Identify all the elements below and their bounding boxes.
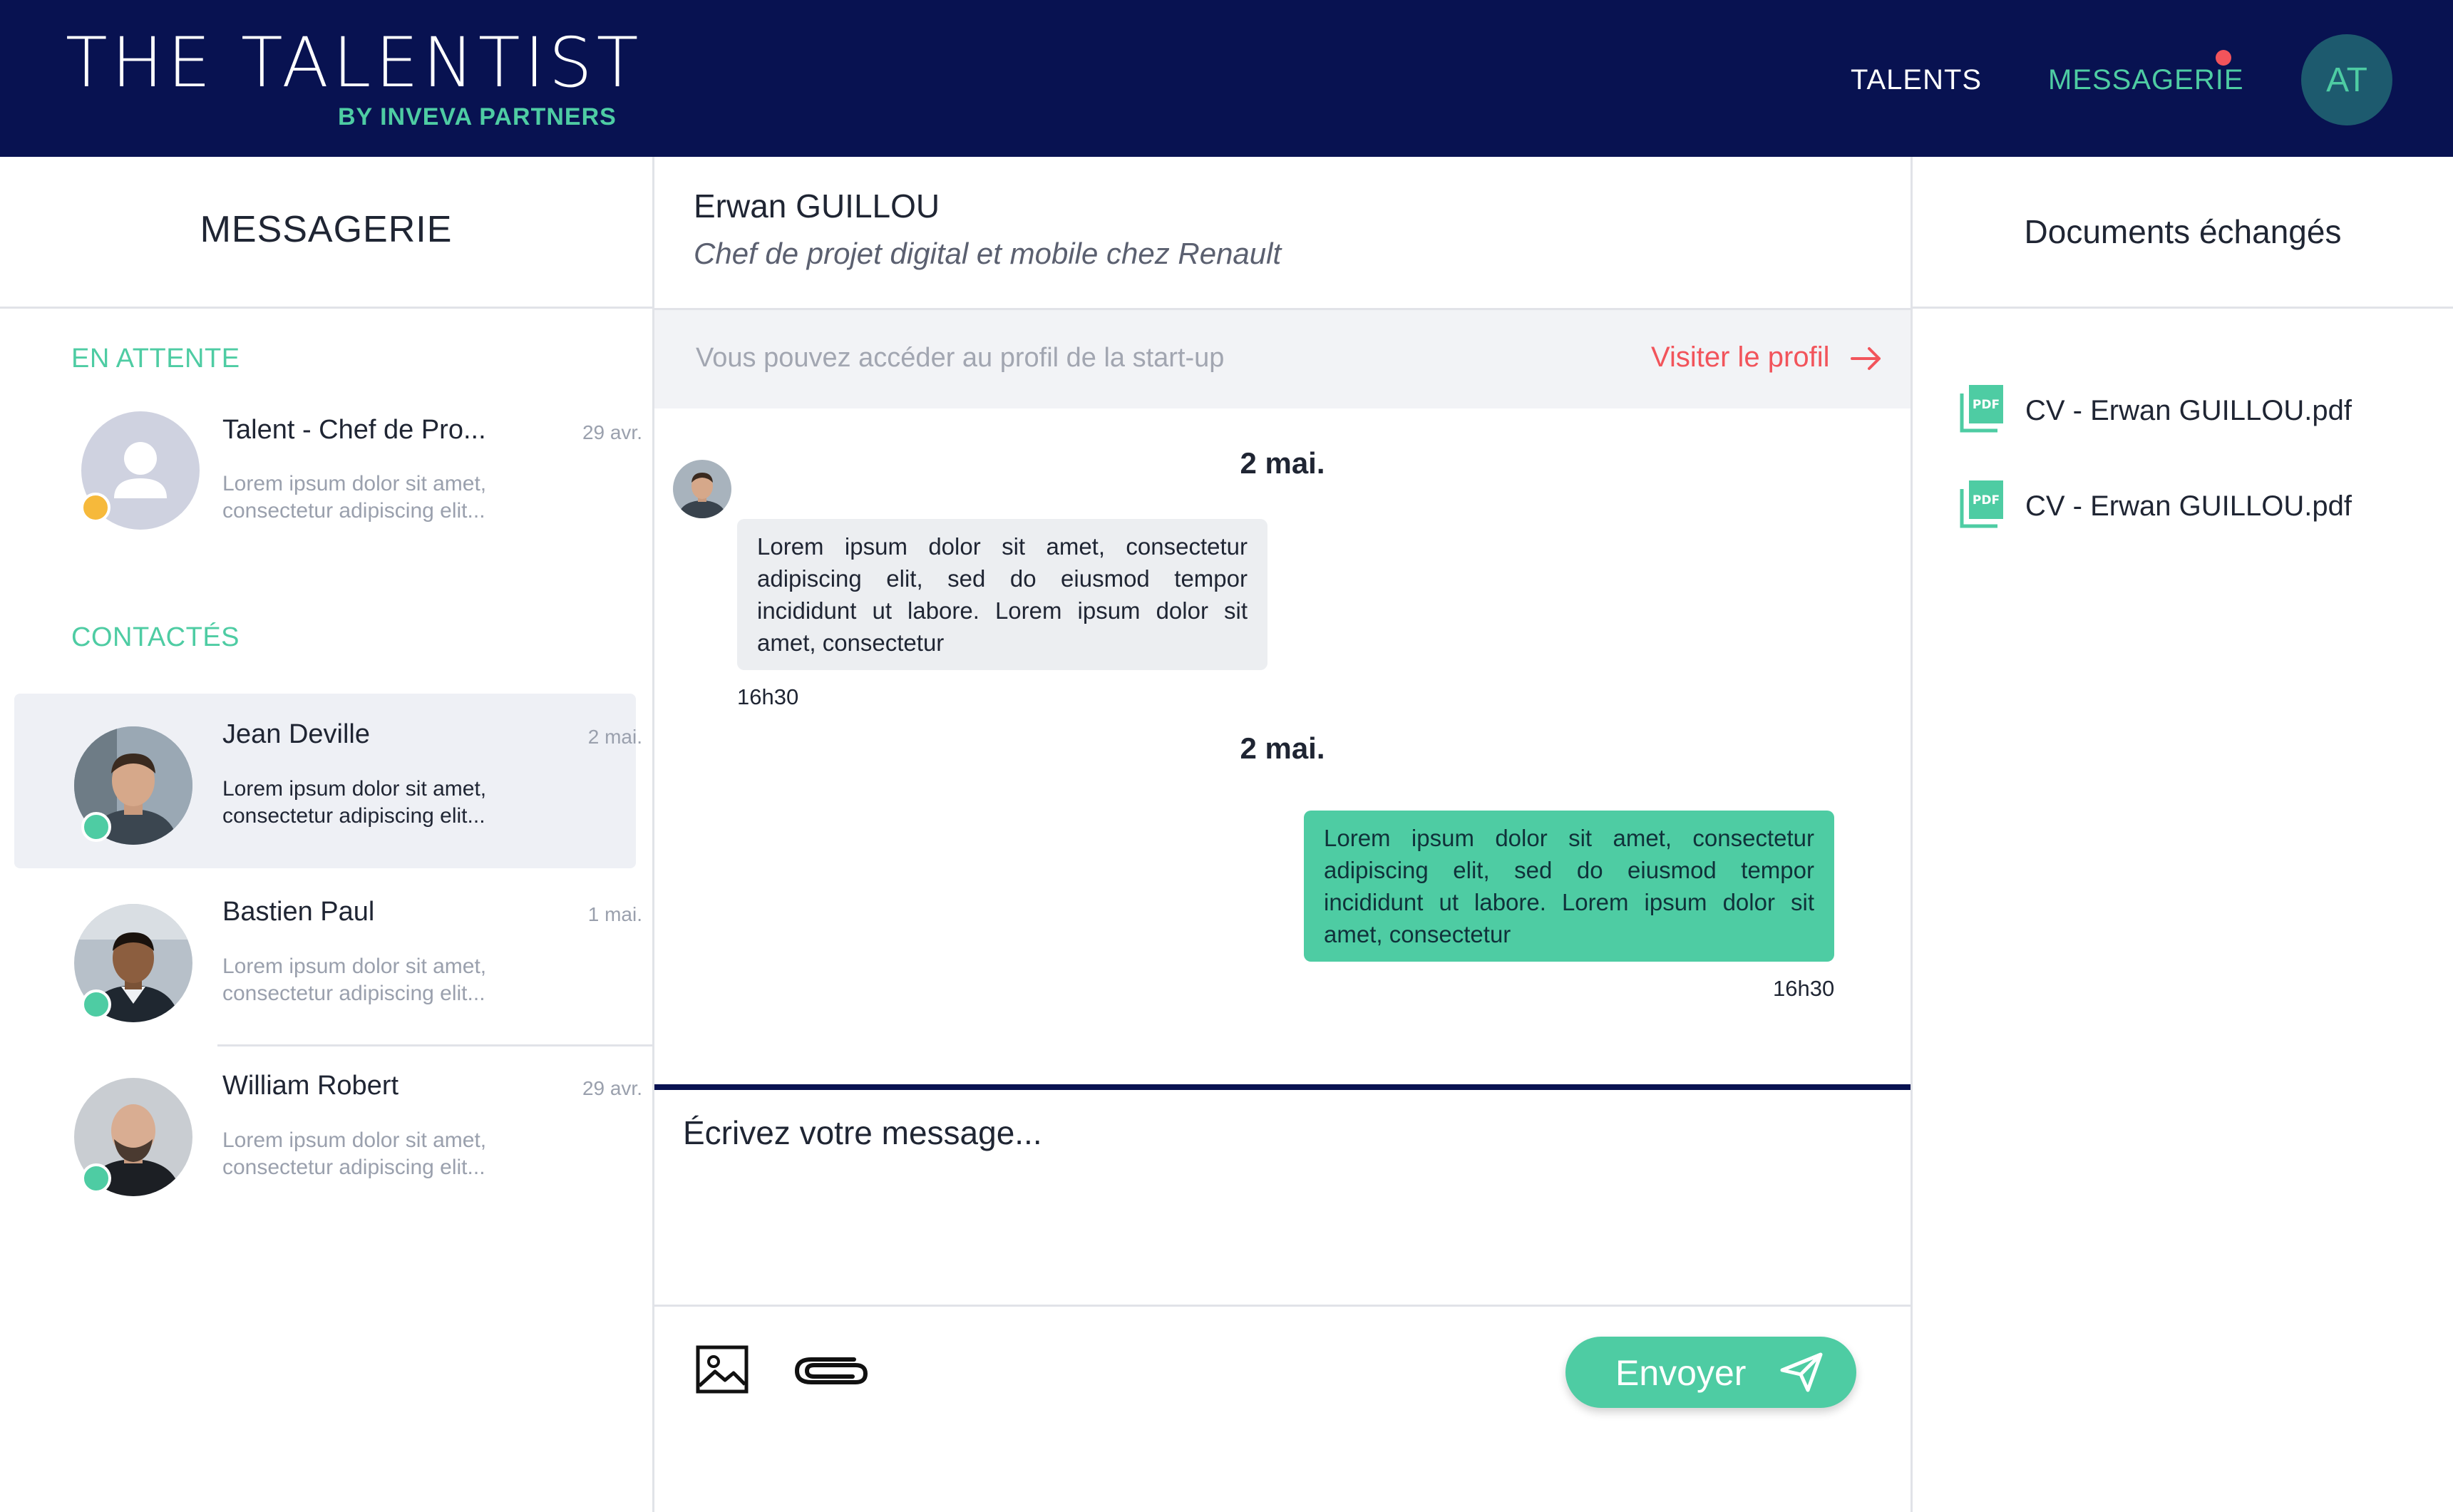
- conversation-item-william-robert[interactable]: William Robert 29 avr. Lorem ipsum dolor…: [14, 1045, 642, 1220]
- left-header-divider: [0, 307, 652, 309]
- user-avatar[interactable]: AT: [2301, 34, 2392, 125]
- conversation-item-bastien-paul[interactable]: Bastien Paul 1 mai. Lorem ipsum dolor si…: [14, 871, 642, 1046]
- right-divider: [1911, 157, 1913, 1512]
- conversation-date: 1 mai.: [587, 903, 642, 925]
- arrow-right-icon: [1850, 347, 1881, 370]
- message-time: 16h30: [737, 684, 799, 709]
- message-time: 16h30: [1773, 976, 1835, 1001]
- conversation-date: 29 avr.: [582, 1077, 642, 1099]
- pdf-file-icon: PDF: [1960, 385, 2003, 433]
- documents-title: Documents échangés: [2024, 213, 2342, 250]
- conversation-preview: Lorem ipsum dolor sit amet, consectetur …: [222, 1128, 487, 1179]
- conversation-preview: Lorem ipsum dolor sit amet, consectetur …: [222, 472, 487, 523]
- conversation-preview: Lorem ipsum dolor sit amet, consectetur …: [222, 955, 487, 1005]
- notification-dot: [2216, 50, 2231, 66]
- brand-subtitle: BY INVEVA PARTNERS: [338, 103, 617, 130]
- pdf-file-icon: PDF: [1960, 480, 2003, 528]
- document-item[interactable]: PDF CV - Erwan GUILLOU.pdf: [1959, 476, 2415, 533]
- svg-text:PDF: PDF: [1973, 493, 2000, 508]
- pending-section-label: EN ATTENTE: [71, 344, 240, 374]
- status-online-dot: [81, 812, 111, 842]
- svg-text:PDF: PDF: [1973, 398, 2000, 412]
- conversation-preview: Lorem ipsum dolor sit amet, consectetur …: [222, 777, 487, 828]
- send-label: Envoyer: [1615, 1353, 1747, 1393]
- day-separator: 2 mai.: [1240, 446, 1325, 480]
- status-online-dot: [81, 989, 111, 1019]
- send-plane-icon: [1780, 1352, 1823, 1392]
- document-item[interactable]: PDF CV - Erwan GUILLOU.pdf: [1959, 381, 2415, 438]
- brand-title[interactable]: THE TALENTIST: [66, 29, 642, 97]
- paperclip-icon[interactable]: [791, 1349, 871, 1394]
- contact-name: Erwan GUILLOU: [694, 187, 940, 225]
- conversation-name: William Robert: [222, 1071, 399, 1101]
- message-input[interactable]: [683, 1114, 1881, 1256]
- message-bubble-incoming: Lorem ipsum dolor sit amet, consectetur …: [737, 519, 1267, 670]
- conversation-name: Talent - Chef de Pro...: [222, 415, 486, 445]
- profile-hint: Vous pouvez accéder au profil de la star…: [696, 343, 1225, 373]
- nav-messagerie[interactable]: MESSAGERIE: [2048, 64, 2244, 96]
- conversation-item-jean-deville[interactable]: Jean Deville 2 mai. Lorem ipsum dolor si…: [14, 694, 642, 868]
- conversation-item-pending[interactable]: Talent - Chef de Pro... 29 avr. Lorem ip…: [14, 391, 642, 565]
- top-header: THE TALENTIST BY INVEVA PARTNERS TALENTS…: [0, 0, 2453, 157]
- conversation-name: Bastien Paul: [222, 897, 375, 927]
- day-separator: 2 mai.: [1240, 731, 1325, 765]
- nav-talents[interactable]: TALENTS: [1851, 64, 1982, 96]
- conversation-name: Jean Deville: [222, 719, 370, 749]
- composer-top-border: [654, 1084, 1911, 1090]
- document-name: CV - Erwan GUILLOU.pdf: [2025, 395, 2352, 426]
- inbox-title: MESSAGERIE: [200, 209, 453, 250]
- contacted-section-label: CONTACTÉS: [71, 622, 240, 652]
- avatar: [673, 460, 731, 518]
- composer-toolbar-divider: [654, 1305, 1911, 1307]
- status-pending-dot: [81, 493, 110, 523]
- visit-profile-link[interactable]: Visiter le profil: [1651, 341, 1882, 374]
- message-bubble-outgoing: Lorem ipsum dolor sit amet, consectetur …: [1304, 811, 1834, 962]
- conversation-date: 29 avr.: [582, 421, 642, 443]
- conversation-date: 2 mai.: [587, 726, 642, 748]
- image-icon[interactable]: [695, 1344, 749, 1398]
- status-online-dot: [81, 1163, 111, 1193]
- right-header-divider: [1913, 307, 2453, 309]
- profile-banner: Vous pouvez accéder au profil de la star…: [654, 310, 1911, 408]
- visit-profile-label: Visiter le profil: [1651, 341, 1830, 373]
- document-name: CV - Erwan GUILLOU.pdf: [2025, 490, 2352, 522]
- send-button[interactable]: Envoyer: [1565, 1337, 1856, 1408]
- contact-role: Chef de projet digital et mobile chez Re…: [694, 237, 1282, 270]
